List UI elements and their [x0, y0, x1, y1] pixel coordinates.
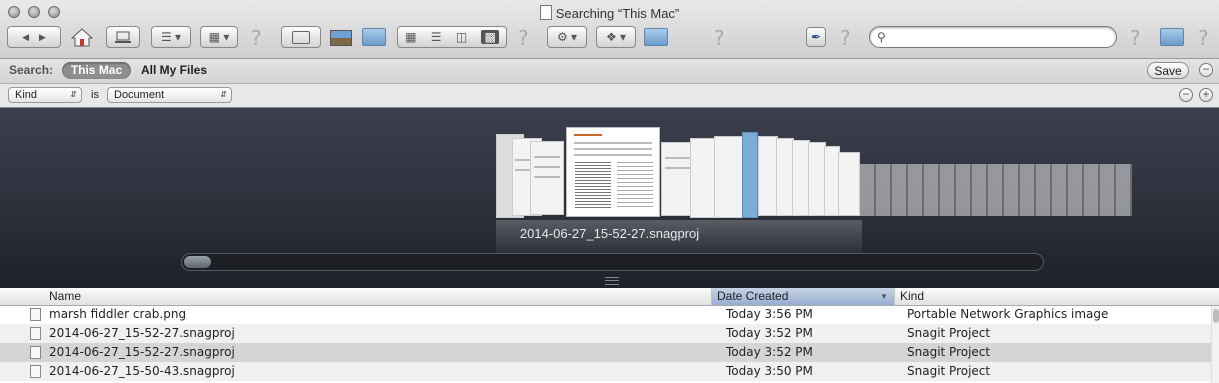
cover-item[interactable] — [530, 141, 564, 215]
search-criteria-row: Kind ⇵ is Document ⇵ − + — [0, 84, 1219, 108]
cover-item-stack[interactable] — [860, 164, 1132, 216]
help-icon: ? — [251, 26, 262, 50]
folder-icon[interactable] — [362, 28, 386, 46]
file-kind: Snagit Project — [907, 364, 991, 378]
help-icon: ? — [518, 26, 529, 50]
date-created: Today 3:50 PM — [726, 364, 813, 378]
file-kind: Portable Network Graphics image — [907, 307, 1109, 321]
resize-grip-icon[interactable] — [605, 277, 619, 285]
gear-icon: ⚙ ▾ — [556, 30, 578, 44]
cover-item[interactable] — [742, 132, 758, 218]
list-scroll-thumb[interactable] — [1213, 309, 1219, 323]
save-search-button[interactable]: Save — [1147, 62, 1189, 79]
attribute-popup[interactable]: Kind ⇵ — [8, 87, 82, 103]
house-icon — [71, 28, 93, 47]
folder-icon[interactable] — [644, 28, 668, 46]
file-name: marsh fiddler crab.png — [49, 307, 187, 321]
date-created: Today 3:56 PM — [726, 307, 813, 321]
cover-item[interactable] — [714, 136, 744, 218]
table-row[interactable]: 2014-06-27_15-50-43.snagproj Today 3:50 … — [0, 362, 1211, 381]
cover-item[interactable] — [758, 136, 778, 216]
icon-view-icon[interactable]: ▦ — [405, 30, 416, 44]
column-header-kind[interactable]: Kind — [894, 288, 1219, 305]
folder-icon[interactable] — [1160, 28, 1184, 46]
remove-row-button[interactable]: − — [1179, 88, 1193, 102]
new-folder-button[interactable] — [281, 26, 321, 48]
column-header-date-created[interactable]: Date Created ▼ — [711, 288, 894, 305]
updown-arrow-icon: ⇵ — [220, 90, 227, 99]
back-icon[interactable]: ◀ — [22, 32, 29, 43]
list-scrollbar[interactable] — [1211, 306, 1219, 383]
list-arrange-icon: ☰ ▾ — [160, 30, 182, 44]
document-file-icon — [30, 346, 41, 359]
list-header: Name Date Created ▼ Kind — [0, 288, 1219, 306]
document-file-icon — [30, 365, 41, 378]
scope-all-my-files[interactable]: All My Files — [141, 63, 207, 77]
search-input[interactable] — [892, 29, 1106, 46]
file-name: 2014-06-27_15-52-27.snagproj — [49, 326, 235, 340]
file-name: 2014-06-27_15-52-27.snagproj — [49, 345, 235, 359]
quill-icon: ✒ — [810, 30, 822, 44]
computer-icon — [115, 31, 131, 43]
cover-flow-scroll-thumb[interactable] — [184, 256, 211, 268]
cover-flow-caption: 2014-06-27_15-52-27.snagproj — [519, 226, 700, 241]
action-gear-button[interactable]: ⚙ ▾ — [547, 26, 587, 48]
value-popup[interactable]: Document ⇵ — [107, 87, 232, 103]
dropbox-button[interactable]: ❖ ▾ — [596, 26, 636, 48]
column-header-name[interactable]: Name — [44, 288, 711, 305]
sort-descending-icon: ▼ — [880, 292, 888, 301]
search-label: Search: — [9, 63, 54, 77]
document-file-icon — [30, 327, 41, 340]
folder-icon — [292, 30, 310, 44]
cover-flow-view[interactable]: 2014-06-27_15-52-27.snagproj — [0, 108, 1219, 288]
home-button[interactable] — [70, 26, 94, 48]
table-row[interactable]: 2014-06-27_15-52-27.snagproj Today 3:52 … — [0, 324, 1211, 343]
computer-button[interactable] — [106, 26, 140, 48]
arrange-menu-button[interactable]: ☰ ▾ — [151, 26, 191, 48]
file-kind: Snagit Project — [907, 345, 991, 359]
forward-icon[interactable]: ▶ — [39, 32, 46, 43]
search-icon: ⚲ — [877, 30, 886, 44]
help-icon: ? — [1198, 26, 1209, 50]
coverflow-view-icon[interactable]: ▩ — [481, 30, 499, 44]
scope-this-mac[interactable]: This Mac — [62, 62, 131, 79]
file-name: 2014-06-27_15-50-43.snagproj — [49, 364, 235, 378]
help-icon: ? — [840, 26, 851, 50]
back-forward-buttons[interactable]: ◀ ▶ — [7, 26, 61, 48]
list-view-icon[interactable]: ☰ — [431, 30, 442, 44]
help-icon: ? — [714, 26, 725, 50]
search-scope-bar: Search: This Mac All My Files Save − — [0, 59, 1219, 84]
column-view-icon[interactable]: ◫ — [456, 30, 467, 44]
remove-criteria-icon[interactable]: − — [1199, 63, 1213, 77]
file-list: Name Date Created ▼ Kind marsh fiddler cr… — [0, 288, 1219, 383]
help-icon: ? — [1130, 26, 1141, 50]
script-editor-button[interactable]: ✒ — [806, 27, 826, 47]
document-icon — [539, 5, 552, 20]
dropbox-icon: ❖ ▾ — [605, 30, 627, 44]
table-row-selected[interactable]: 2014-06-27_15-52-27.snagproj Today 3:52 … — [0, 343, 1211, 362]
cover-flow-scrollbar[interactable] — [181, 253, 1044, 271]
cover-item[interactable] — [838, 152, 860, 216]
table-row[interactable]: marsh fiddler crab.png Today 3:56 PM Por… — [0, 305, 1211, 324]
view-mode-segmented-control[interactable]: ▦ ☰ ◫ ▩ — [397, 26, 507, 48]
date-created: Today 3:52 PM — [726, 345, 813, 359]
image-file-icon — [30, 308, 41, 321]
cover-item-selected[interactable] — [566, 127, 660, 217]
window-title: Searching “This Mac” — [0, 5, 1219, 21]
operator-label: is — [91, 89, 99, 101]
photo-thumbnail-icon[interactable] — [330, 30, 352, 46]
grid-icon: ▦ ▾ — [208, 30, 230, 44]
file-kind: Snagit Project — [907, 326, 991, 340]
action-grid-button[interactable]: ▦ ▾ — [200, 26, 238, 48]
date-created: Today 3:52 PM — [726, 326, 813, 340]
search-field[interactable]: ⚲ — [869, 26, 1117, 48]
updown-arrow-icon: ⇵ — [70, 90, 77, 99]
window-toolbar: Searching “This Mac” ◀ ▶ ☰ ▾ ▦ ▾ ? ▦ ☰ ◫… — [0, 0, 1219, 59]
add-row-button[interactable]: + — [1199, 88, 1213, 102]
